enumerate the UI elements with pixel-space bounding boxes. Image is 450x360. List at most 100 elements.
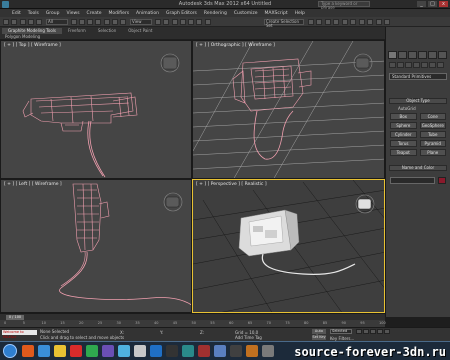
track-bar[interactable]: 0 5 10 15 20 25 30 35 40 45 50 55 60 65 70 75 80 85 90 95 10… — [0, 320, 386, 327]
lights-icon[interactable] — [405, 62, 412, 68]
plane-button[interactable]: Plane — [419, 149, 446, 156]
go-to-start-icon[interactable] — [356, 329, 362, 334]
z-coordinate-label[interactable]: Z: — [200, 330, 204, 335]
torus-button[interactable]: Torus — [390, 140, 417, 147]
cylinder-button[interactable]: Cylinder — [390, 131, 417, 138]
object-type-rollout[interactable]: Object Type — [389, 98, 447, 104]
polygon-modeling-panel[interactable]: Polygon Modeling — [5, 34, 40, 39]
geosphere-button[interactable]: GeoSphere — [419, 122, 446, 129]
menu-animation[interactable]: Animation — [136, 11, 159, 16]
menu-group[interactable]: Group — [46, 11, 60, 16]
unlink-icon[interactable] — [28, 19, 34, 25]
rectangular-selection-icon[interactable] — [87, 19, 93, 25]
autogrid-checkbox[interactable]: AutoGrid — [398, 106, 416, 111]
menu-maxscript[interactable]: MAXScript — [265, 11, 288, 16]
selection-filter-dropdown[interactable]: All — [46, 19, 68, 25]
select-by-name-icon[interactable] — [79, 19, 85, 25]
snap-toggle-icon[interactable] — [172, 19, 178, 25]
taskbar-app-icon[interactable] — [150, 345, 162, 357]
curve-editor-icon[interactable] — [342, 19, 348, 25]
tab-object-paint[interactable]: Object Paint — [122, 28, 158, 34]
menu-edit[interactable]: Edit — [12, 11, 21, 16]
menu-graph-editors[interactable]: Graph Editors — [166, 11, 197, 16]
spinner-snap-icon[interactable] — [196, 19, 202, 25]
link-icon[interactable] — [20, 19, 26, 25]
undo-icon[interactable] — [3, 19, 9, 25]
taskbar-app-icon[interactable] — [38, 345, 50, 357]
cone-button[interactable]: Cone — [419, 113, 446, 120]
hierarchy-tab-icon[interactable] — [408, 51, 417, 59]
teapot-button[interactable]: Teapot — [390, 149, 417, 156]
redo-icon[interactable] — [11, 19, 17, 25]
add-time-tag[interactable]: Add Time Tag — [235, 335, 262, 340]
taskbar-app-icon[interactable] — [214, 345, 226, 357]
menu-modifiers[interactable]: Modifiers — [109, 11, 130, 16]
pivot-center-icon[interactable] — [155, 19, 161, 25]
angle-snap-icon[interactable] — [180, 19, 186, 25]
object-name-input[interactable] — [390, 177, 435, 184]
render-production-icon[interactable] — [384, 19, 390, 25]
menu-customize[interactable]: Customize — [234, 11, 258, 16]
viewport-label-perspective[interactable]: [ + ] [ Perspective ] [ Realistic ] — [196, 182, 267, 187]
window-crossing-icon[interactable] — [95, 19, 101, 25]
taskbar-app-icon[interactable] — [262, 345, 274, 357]
taskbar-app-icon[interactable] — [166, 345, 178, 357]
taskbar-app-icon[interactable] — [22, 345, 34, 357]
taskbar-app-icon[interactable] — [134, 345, 146, 357]
rendered-frame-icon[interactable] — [376, 19, 382, 25]
space-warps-icon[interactable] — [429, 62, 436, 68]
menu-rendering[interactable]: Rendering — [204, 11, 227, 16]
move-icon[interactable] — [104, 19, 110, 25]
next-frame-icon[interactable] — [377, 329, 383, 334]
menu-views[interactable]: Views — [67, 11, 80, 16]
utilities-tab-icon[interactable] — [438, 51, 447, 59]
select-manipulate-icon[interactable] — [163, 19, 169, 25]
named-selection-dropdown[interactable]: Create Selection Set — [264, 19, 304, 28]
taskbar-app-icon[interactable] — [102, 345, 114, 357]
taskbar-app-icon[interactable] — [182, 345, 194, 357]
taskbar-app-icon[interactable] — [70, 345, 82, 357]
y-coordinate-label[interactable]: Y: — [160, 330, 163, 335]
percent-snap-icon[interactable] — [188, 19, 194, 25]
layer-manager-icon[interactable] — [325, 19, 331, 25]
time-slider[interactable]: 0 / 100 — [0, 313, 385, 320]
viewport-left[interactable]: [ + ] [ Left ] [ Wireframe ] — [0, 179, 192, 313]
go-to-end-icon[interactable] — [384, 329, 390, 334]
app-menu-icon[interactable] — [2, 1, 9, 8]
maxscript-listener-input[interactable]: Welcome to MAXScr — [2, 330, 37, 339]
rotate-icon[interactable] — [112, 19, 118, 25]
close-button[interactable]: x — [439, 1, 448, 7]
minimize-button[interactable]: _ — [417, 1, 426, 7]
select-object-icon[interactable] — [71, 19, 77, 25]
motion-tab-icon[interactable] — [418, 51, 427, 59]
modify-tab-icon[interactable] — [398, 51, 407, 59]
tube-button[interactable]: Tube — [419, 131, 446, 138]
auto-key-button[interactable]: Auto Key — [312, 329, 326, 338]
schematic-view-icon[interactable] — [350, 19, 356, 25]
start-button-icon[interactable] — [3, 344, 17, 358]
viewport-perspective[interactable]: [ + ] [ Perspective ] [ Realistic ] — [192, 179, 385, 313]
set-key-button[interactable]: Set Key — [312, 335, 326, 340]
viewport-orthographic[interactable]: [ + ] [ Orthographic ] [ Wireframe ] — [192, 40, 385, 179]
key-mode-dropdown[interactable]: Selected — [330, 329, 352, 334]
menu-create[interactable]: Create — [87, 11, 102, 16]
taskbar-app-icon[interactable] — [230, 345, 242, 357]
play-icon[interactable] — [370, 329, 376, 334]
graphite-toggle-icon[interactable] — [333, 19, 339, 25]
previous-frame-icon[interactable] — [363, 329, 369, 334]
x-coordinate-label[interactable]: X: — [120, 330, 124, 335]
name-and-color-rollout[interactable]: Name and Color — [389, 165, 447, 171]
taskbar-app-icon[interactable] — [246, 345, 258, 357]
reference-coordinate-dropdown[interactable]: View — [130, 19, 152, 25]
menu-help[interactable]: Help — [295, 11, 305, 16]
object-color-swatch[interactable] — [438, 177, 446, 184]
taskbar-app-icon[interactable] — [198, 345, 210, 357]
mirror-icon[interactable] — [308, 19, 314, 25]
edit-named-selection-icon[interactable] — [205, 19, 211, 25]
box-button[interactable]: Box — [390, 113, 417, 120]
geometry-icon[interactable] — [389, 62, 396, 68]
bind-space-warp-icon[interactable] — [36, 19, 42, 25]
shapes-icon[interactable] — [397, 62, 404, 68]
cameras-icon[interactable] — [413, 62, 420, 68]
taskbar-app-icon[interactable] — [118, 345, 130, 357]
